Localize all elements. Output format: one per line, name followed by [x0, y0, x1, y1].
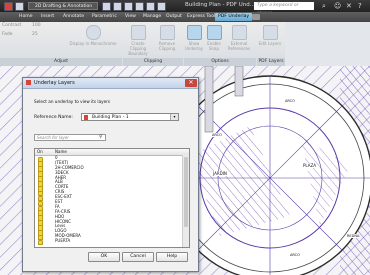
- contrast-label: Contrast 100: [2, 23, 52, 28]
- help-icon[interactable]: ?: [358, 2, 366, 10]
- exchange-icon[interactable]: ✕: [346, 2, 354, 10]
- redo-icon[interactable]: [157, 2, 166, 11]
- title-bar: 2D Drafting & Annotation Building Plan -…: [0, 0, 370, 16]
- tab-output[interactable]: Output: [163, 13, 185, 21]
- print-icon[interactable]: [135, 2, 144, 11]
- label-arco-1: ARCO: [285, 99, 295, 103]
- remove-clipping-label: Remove Clipping: [158, 41, 176, 51]
- external-references-button[interactable]: External References: [225, 25, 253, 51]
- edit-layers-icon: [262, 25, 278, 40]
- show-underlay-label: Show Underlay: [185, 41, 204, 51]
- label-redna: REDNA: [347, 234, 360, 238]
- tab-pdf-underlay[interactable]: PDF Underlay: [215, 13, 253, 21]
- fade-label: Fade 25: [2, 32, 52, 37]
- app-menu-icon[interactable]: [4, 2, 13, 11]
- underlay-layers-dialog: Underlay Layers ✕ Select an underlay to …: [22, 77, 199, 272]
- fade-text: Fade: [2, 32, 13, 37]
- adjust-panel-label: Adjust: [0, 58, 122, 66]
- external-references-label: External References: [227, 41, 251, 51]
- workspace-gear-icon[interactable]: [15, 2, 24, 11]
- layer-row[interactable]: PUERTA: [35, 238, 189, 246]
- user-icon[interactable]: ☺: [334, 2, 342, 10]
- remove-clipping-button[interactable]: Remove Clipping: [154, 25, 180, 51]
- options-panel-label: Options: [184, 58, 256, 66]
- label-arco-3: ARCO: [290, 253, 300, 257]
- cancel-button[interactable]: Cancel: [122, 252, 154, 262]
- pdf-icon: [84, 115, 88, 120]
- contrast-value: 100: [32, 23, 41, 28]
- pdf-layers-panel-label: PDF Layers: [257, 58, 285, 66]
- close-icon[interactable]: ✕: [185, 79, 197, 87]
- ribbon-tab-bar: Home Insert Annotate Parametric View Man…: [0, 12, 370, 22]
- monochrome-icon: [85, 25, 101, 40]
- workspace-select[interactable]: 2D Drafting & Annotation: [28, 2, 98, 10]
- show-underlay-button[interactable]: Show Underlay: [185, 25, 203, 51]
- reference-name-select[interactable]: Building Plan - 1 ▾: [81, 113, 179, 121]
- ok-button[interactable]: OK: [88, 252, 120, 262]
- tab-view[interactable]: View: [122, 13, 139, 21]
- save-icon[interactable]: [124, 2, 133, 11]
- edit-layers-button[interactable]: Edit Layers: [258, 25, 282, 46]
- layer-search-input[interactable]: Search for layer: [34, 134, 106, 141]
- window-title: Building Plan - PDF Und...: [185, 2, 255, 8]
- binoculars-icon[interactable]: ⌕: [322, 2, 330, 10]
- label-jardin: JARDIN: [213, 171, 227, 176]
- search-input[interactable]: Type a keyword or phrase: [254, 2, 314, 16]
- snap-icon: [206, 25, 222, 40]
- clip-create-icon: [130, 25, 146, 40]
- search-icon: ⚲: [99, 134, 103, 140]
- help-button[interactable]: Help: [156, 252, 188, 262]
- contrast-text: Contrast: [2, 23, 22, 28]
- enable-snap-label: Enable Snap: [207, 41, 221, 51]
- reference-name-value: Building Plan - 1: [92, 115, 129, 120]
- ribbon: Contrast 100 Fade 25 Display in Monochro…: [0, 22, 370, 67]
- layer-list[interactable]: On Name 0 (TEXT) 2H-COMERCIO 3DECK AHER …: [34, 148, 190, 248]
- dialog-instruction: Select an underlay to view its layers: [34, 99, 111, 104]
- monochrome-label: Display in Monochrome: [69, 41, 117, 46]
- dialog-title: Underlay Layers: [34, 80, 75, 86]
- external-references-icon: [231, 25, 247, 40]
- clipping-panel-label: Clipping: [123, 58, 183, 66]
- create-clipping-label: Create Clipping Boundary: [128, 41, 148, 56]
- monochrome-button[interactable]: Display in Monochrome: [68, 25, 118, 46]
- ribbon-toggle-icon[interactable]: [252, 14, 260, 20]
- create-clipping-button[interactable]: Create Clipping Boundary: [124, 25, 152, 56]
- layer-list-header: On Name: [35, 149, 189, 156]
- dialog-title-bar[interactable]: Underlay Layers ✕: [23, 78, 198, 89]
- label-arco-2: ARCO: [212, 133, 222, 137]
- tab-insert[interactable]: Insert: [38, 13, 57, 21]
- undo-icon[interactable]: [146, 2, 155, 11]
- show-underlay-icon: [186, 25, 202, 40]
- tab-parametric[interactable]: Parametric: [89, 13, 120, 21]
- new-file-icon[interactable]: [102, 2, 111, 11]
- edit-layers-label: Edit Layers: [258, 41, 282, 46]
- tab-manage[interactable]: Manage: [140, 13, 164, 21]
- clip-remove-icon: [159, 25, 175, 40]
- app-icon: [26, 80, 31, 85]
- col-on-header[interactable]: On: [37, 149, 43, 155]
- open-file-icon[interactable]: [113, 2, 122, 11]
- tab-home[interactable]: Home: [16, 13, 36, 21]
- tab-annotate[interactable]: Annotate: [60, 13, 87, 21]
- fade-value: 25: [32, 32, 38, 37]
- label-plaza: PLAZA: [303, 163, 316, 168]
- lightbulb-icon[interactable]: [38, 239, 43, 246]
- chevron-down-icon[interactable]: ▾: [170, 114, 178, 120]
- reference-name-label: Reference Name:: [34, 115, 73, 120]
- layer-name: PUERTA: [55, 238, 71, 244]
- enable-snap-button[interactable]: Enable Snap: [205, 25, 223, 51]
- ribbon-empty-area: [285, 22, 370, 66]
